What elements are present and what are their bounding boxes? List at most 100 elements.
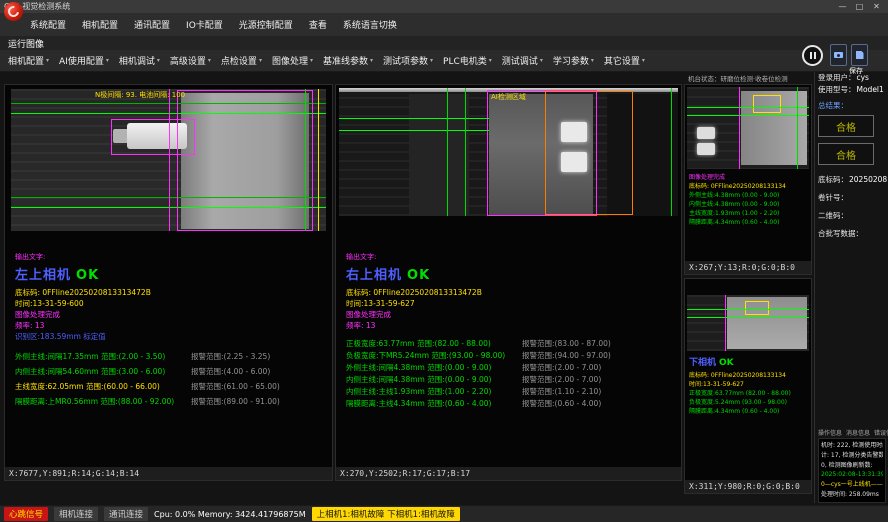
camera-image-right[interactable]: AI检测区域 (339, 88, 678, 216)
camera-image-small-top[interactable] (687, 87, 809, 169)
alarm-range: 报警范围:(89.00 - 91.00) (191, 394, 280, 409)
maximize-button[interactable]: □ (852, 1, 867, 13)
toolbar-item-label: 其它设置 (604, 54, 640, 67)
toolbar-item-label: 高级设置 (170, 54, 206, 67)
menu-item[interactable]: 光源控制配置 (239, 18, 293, 31)
tab-run-image[interactable]: 运行图像 (8, 37, 44, 50)
roi-rect-magenta (111, 119, 195, 155)
stats-log-box: 机时: 222, 检测使用时间:计: 17, 检测分类告警数:0, 检测图像刷新… (818, 438, 886, 503)
toolbar-item-label: 基准线参数 (323, 54, 368, 67)
batch-label: 合批写数据： (818, 228, 886, 240)
panel-divider (814, 72, 815, 503)
camera-image-small-bottom[interactable] (687, 295, 809, 351)
camera-panel-left-top: N极间隔: 93. 电池间隔: 100 输出文字: 左上相机OK 底标码: 0F… (4, 84, 333, 481)
status-line: 图像处理完成 (15, 309, 326, 320)
save-icon (856, 51, 864, 59)
pause-button[interactable] (802, 45, 823, 66)
menu-item[interactable]: 通讯配置 (134, 18, 170, 31)
camera-image-left[interactable]: N极间隔: 93. 电池间隔: 100 (11, 89, 326, 231)
menu-item[interactable]: 查看 (309, 18, 327, 31)
logo-swirl-icon (6, 4, 21, 19)
guide-line-magenta (725, 295, 726, 351)
toolbar-item[interactable]: 测试调试▾ (502, 54, 543, 67)
measurement-row: 外侧主线:间隔4.38mm 范围:(0.00 - 9.00) 报警范围:(2.0… (346, 362, 675, 374)
frequency-line: 频率: 13 (15, 320, 326, 331)
top-controls: 保存 (802, 42, 880, 74)
app-logo-icon (4, 2, 23, 21)
info-panel: 登录用户：cys 使用型号：Model1 总结果： 合格合格 底标码：20250… (818, 72, 886, 503)
toolbar-item[interactable]: 其它设置▾ (604, 54, 645, 67)
measurement-row: 隔膜距离:主线4.34mm 范围:(0.60 - 4.00) 报警范围:(0.6… (346, 398, 675, 410)
overlay-label: N极间隔: 93. 电池间隔: 100 (95, 90, 185, 100)
minimize-button[interactable]: — (835, 1, 850, 13)
pixel-coordinates: X:7677,Y:891;R:14;G:14;B:14 (5, 467, 332, 480)
alarm-range: 报警范围:(4.00 - 6.00) (191, 364, 270, 379)
camera-icon (834, 52, 843, 58)
status-bar: 心跳信号 相机连接 通讯连接 Cpu: 0.0% Memory: 3424.41… (0, 505, 888, 522)
toolbar-item[interactable]: 相机调试▾ (119, 54, 160, 67)
alarm-range: 报警范围:(1.10 - 2.10) (522, 386, 601, 398)
ok-status: OK (407, 268, 430, 283)
toolbar-item-label: 点检设置 (221, 54, 257, 67)
output-text-label: 输出文字: (346, 253, 675, 262)
guide-line-magenta (169, 89, 170, 231)
stats-log-line: 处理时间: 258.09ms (821, 490, 883, 500)
barcode-row: 底标码：20250208 (818, 174, 886, 186)
camera-panel-small-top: 图像处理完成底标码: 0FFline20250208133134外侧主线:4.3… (684, 84, 812, 275)
measurement-row: 负极宽度:下MR5.24mm 范围:(93.00 - 98.00) 报警范围:(… (346, 350, 675, 362)
menu-item[interactable]: IO卡配置 (186, 18, 223, 31)
guide-line-green (671, 88, 672, 216)
stats-tab[interactable]: 操作信息 (818, 428, 842, 437)
chevron-down-icon: ▾ (310, 57, 313, 64)
chevron-down-icon: ▾ (489, 57, 492, 64)
guide-line-green (447, 88, 448, 216)
chevron-down-icon: ▾ (259, 57, 262, 64)
toolbar-item[interactable]: 相机配置▾ (8, 54, 49, 67)
menu-item[interactable]: 系统配置 (30, 18, 66, 31)
frequency-line: 频率: 13 (346, 320, 675, 331)
toolbar-item[interactable]: 图像处理▾ (272, 54, 313, 67)
app-window: CYS-视觉检测系统 — □ ✕ 系统配置 相机配置 通讯配置 IO卡配置 光源控制配置… (0, 0, 888, 522)
result-line: 左上相机OK (15, 264, 326, 283)
result-line: 下相机OK (689, 355, 734, 368)
alarm-range: 报警范围:(83.00 - 87.00) (522, 338, 611, 350)
small-result-text: 底标码: 0FFline20250208133134时间:13-31-59-62… (689, 371, 809, 416)
small-text-line: 隔膜距离:4.34mm (0.60 - 4.00) (689, 218, 809, 227)
toolbar: 相机配置▾ AI使用配置▾ 相机调试▾ 高级设置▾ 点检设置▾ 图像处理▾ 基准… (0, 50, 888, 72)
titlebar: CYS-视觉检测系统 — □ ✕ (0, 0, 888, 13)
menu-item[interactable]: 相机配置 (82, 18, 118, 31)
alarm-range: 报警范围:(94.00 - 97.00) (522, 350, 611, 362)
small-text-line: 底标码: 0FFline20250208133134 (689, 182, 809, 191)
pause-icon (814, 52, 816, 59)
window-controls: — □ ✕ (835, 1, 884, 13)
save-button[interactable] (851, 44, 868, 66)
close-button[interactable]: ✕ (869, 1, 884, 13)
camera-name: 右上相机 (346, 268, 402, 283)
measure-value: 隔膜距离:上MR0.56mm 范围:(88.00 - 92.00) (15, 394, 191, 409)
toolbar-item[interactable]: AI使用配置▾ (59, 54, 109, 67)
alarm-range: 报警范围:(2.25 - 3.25) (191, 349, 270, 364)
guide-line-green (339, 118, 489, 119)
toolbar-item[interactable]: 高级设置▾ (170, 54, 211, 67)
toolbar-item[interactable]: 测试项参数▾ (383, 54, 433, 67)
menu-item[interactable]: 系统语言切换 (343, 18, 397, 31)
toolbar-item[interactable]: 学习参数▾ (553, 54, 594, 67)
stats-tab[interactable]: 消息信息 (846, 428, 870, 437)
stats-tab[interactable]: 错误信息 (874, 428, 888, 437)
guide-line-magenta (739, 87, 740, 169)
menu: 系统配置 相机配置 通讯配置 IO卡配置 光源控制配置 查看 系统语言切换 (30, 18, 397, 31)
output-text-label: 输出文字: (15, 253, 326, 262)
small-text-line: 底标码: 0FFline20250208133134 (689, 371, 809, 380)
measure-value: 主线宽度:62.05mm 范围:(60.00 - 66.00) (15, 379, 191, 394)
camera-panel-right-top: AI检测区域 输出文字: 右上相机OK 底标码: 0FFline20250208… (335, 84, 682, 481)
measure-value: 内侧主线:间隔4.38mm 范围:(0.00 - 9.00) (346, 374, 522, 386)
camera-name: 下相机 (689, 358, 716, 368)
measure-value: 外侧主线:间隔4.38mm 范围:(0.00 - 9.00) (346, 362, 522, 374)
toolbar-item[interactable]: PLC电机类▾ (443, 54, 492, 67)
toolbar-item[interactable]: 基准线参数▾ (323, 54, 373, 67)
toolbar-item-label: 测试项参数 (383, 54, 428, 67)
guide-line-green (305, 89, 306, 231)
camera-tool-button[interactable] (830, 44, 847, 66)
toolbar-item[interactable]: 点检设置▾ (221, 54, 262, 67)
stats-log-line: 0, 检测图像刷新数: (821, 461, 883, 471)
